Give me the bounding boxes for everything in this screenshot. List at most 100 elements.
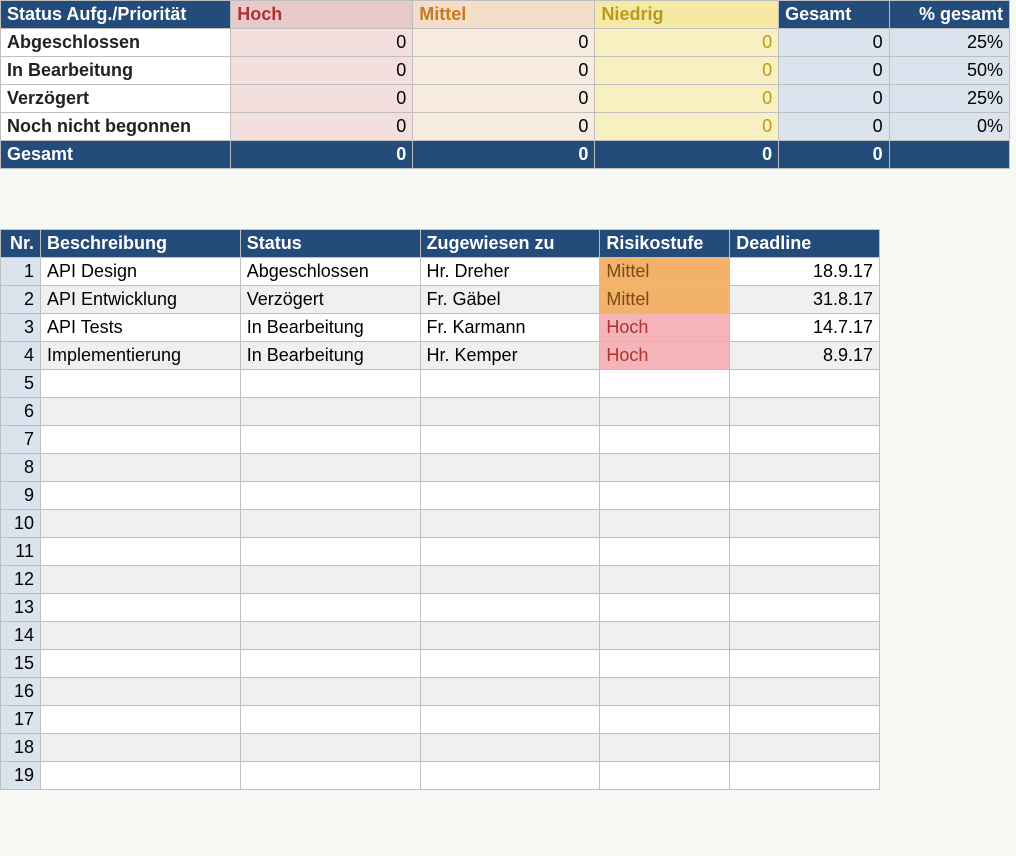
task-cell-status[interactable] <box>240 678 420 706</box>
task-cell-deadline[interactable] <box>730 734 880 762</box>
task-cell-status[interactable]: Verzögert <box>240 286 420 314</box>
task-cell-desc[interactable] <box>40 510 240 538</box>
task-cell-nr[interactable]: 10 <box>1 510 41 538</box>
task-cell-risk[interactable] <box>600 650 730 678</box>
summary-cell-niedrig[interactable]: 0 <box>595 85 779 113</box>
task-cell-risk[interactable] <box>600 482 730 510</box>
task-cell-assigned[interactable] <box>420 566 600 594</box>
task-cell-risk[interactable] <box>600 706 730 734</box>
task-cell-deadline[interactable] <box>730 482 880 510</box>
task-cell-desc[interactable]: Implementierung <box>40 342 240 370</box>
task-cell-deadline[interactable] <box>730 762 880 790</box>
task-cell-status[interactable] <box>240 510 420 538</box>
task-cell-assigned[interactable]: Fr. Gäbel <box>420 286 600 314</box>
task-cell-risk[interactable] <box>600 370 730 398</box>
task-cell-deadline[interactable] <box>730 398 880 426</box>
task-cell-assigned[interactable] <box>420 706 600 734</box>
task-cell-desc[interactable]: API Design <box>40 258 240 286</box>
task-cell-assigned[interactable]: Hr. Kemper <box>420 342 600 370</box>
task-cell-nr[interactable]: 11 <box>1 538 41 566</box>
task-cell-assigned[interactable] <box>420 510 600 538</box>
task-cell-assigned[interactable] <box>420 370 600 398</box>
task-cell-desc[interactable] <box>40 426 240 454</box>
task-cell-status[interactable] <box>240 622 420 650</box>
task-cell-status[interactable] <box>240 650 420 678</box>
task-cell-status[interactable]: Abgeschlossen <box>240 258 420 286</box>
task-cell-assigned[interactable] <box>420 482 600 510</box>
summary-cell-hoch[interactable]: 0 <box>231 85 413 113</box>
task-cell-nr[interactable]: 14 <box>1 622 41 650</box>
task-cell-desc[interactable] <box>40 650 240 678</box>
task-cell-nr[interactable]: 6 <box>1 398 41 426</box>
task-cell-desc[interactable] <box>40 370 240 398</box>
task-cell-status[interactable]: In Bearbeitung <box>240 342 420 370</box>
summary-cell-niedrig[interactable]: 0 <box>595 113 779 141</box>
task-cell-assigned[interactable]: Fr. Karmann <box>420 314 600 342</box>
task-cell-nr[interactable]: 12 <box>1 566 41 594</box>
task-cell-risk[interactable] <box>600 678 730 706</box>
task-cell-desc[interactable] <box>40 482 240 510</box>
task-cell-nr[interactable]: 16 <box>1 678 41 706</box>
task-cell-status[interactable]: In Bearbeitung <box>240 314 420 342</box>
summary-cell-hoch[interactable]: 0 <box>231 57 413 85</box>
task-cell-status[interactable] <box>240 594 420 622</box>
task-cell-deadline[interactable] <box>730 426 880 454</box>
task-cell-desc[interactable]: API Entwicklung <box>40 286 240 314</box>
task-cell-risk[interactable]: Hoch <box>600 314 730 342</box>
task-cell-deadline[interactable] <box>730 650 880 678</box>
task-cell-nr[interactable]: 17 <box>1 706 41 734</box>
task-cell-deadline[interactable] <box>730 370 880 398</box>
summary-cell-mittel[interactable]: 0 <box>413 113 595 141</box>
task-cell-risk[interactable] <box>600 622 730 650</box>
task-cell-nr[interactable]: 1 <box>1 258 41 286</box>
task-cell-risk[interactable] <box>600 734 730 762</box>
task-cell-nr[interactable]: 3 <box>1 314 41 342</box>
task-cell-desc[interactable] <box>40 734 240 762</box>
task-cell-deadline[interactable] <box>730 678 880 706</box>
task-cell-desc[interactable] <box>40 706 240 734</box>
task-cell-assigned[interactable] <box>420 734 600 762</box>
task-cell-risk[interactable] <box>600 594 730 622</box>
task-cell-desc[interactable] <box>40 762 240 790</box>
task-cell-nr[interactable]: 8 <box>1 454 41 482</box>
task-cell-status[interactable] <box>240 566 420 594</box>
task-cell-status[interactable] <box>240 398 420 426</box>
task-cell-assigned[interactable] <box>420 594 600 622</box>
task-cell-desc[interactable] <box>40 622 240 650</box>
summary-cell-mittel[interactable]: 0 <box>413 85 595 113</box>
task-cell-risk[interactable] <box>600 510 730 538</box>
task-cell-desc[interactable] <box>40 678 240 706</box>
task-cell-assigned[interactable] <box>420 762 600 790</box>
task-cell-nr[interactable]: 19 <box>1 762 41 790</box>
task-cell-desc[interactable] <box>40 538 240 566</box>
task-cell-deadline[interactable] <box>730 622 880 650</box>
task-cell-assigned[interactable] <box>420 398 600 426</box>
summary-cell-mittel[interactable]: 0 <box>413 57 595 85</box>
summary-cell-niedrig[interactable]: 0 <box>595 29 779 57</box>
task-cell-risk[interactable] <box>600 538 730 566</box>
task-cell-nr[interactable]: 4 <box>1 342 41 370</box>
task-cell-deadline[interactable]: 8.9.17 <box>730 342 880 370</box>
task-cell-deadline[interactable] <box>730 706 880 734</box>
task-cell-risk[interactable] <box>600 762 730 790</box>
task-cell-deadline[interactable]: 31.8.17 <box>730 286 880 314</box>
task-cell-status[interactable] <box>240 426 420 454</box>
task-cell-status[interactable] <box>240 706 420 734</box>
task-cell-desc[interactable] <box>40 454 240 482</box>
task-cell-assigned[interactable] <box>420 650 600 678</box>
summary-cell-hoch[interactable]: 0 <box>231 29 413 57</box>
task-cell-assigned[interactable]: Hr. Dreher <box>420 258 600 286</box>
task-cell-risk[interactable] <box>600 398 730 426</box>
task-cell-assigned[interactable] <box>420 678 600 706</box>
task-cell-deadline[interactable] <box>730 566 880 594</box>
summary-cell-mittel[interactable]: 0 <box>413 29 595 57</box>
task-cell-deadline[interactable]: 18.9.17 <box>730 258 880 286</box>
task-cell-assigned[interactable] <box>420 454 600 482</box>
task-cell-status[interactable] <box>240 370 420 398</box>
task-cell-risk[interactable]: Mittel <box>600 258 730 286</box>
summary-cell-niedrig[interactable]: 0 <box>595 57 779 85</box>
summary-cell-hoch[interactable]: 0 <box>231 113 413 141</box>
task-cell-deadline[interactable] <box>730 510 880 538</box>
task-cell-deadline[interactable] <box>730 594 880 622</box>
task-cell-status[interactable] <box>240 734 420 762</box>
